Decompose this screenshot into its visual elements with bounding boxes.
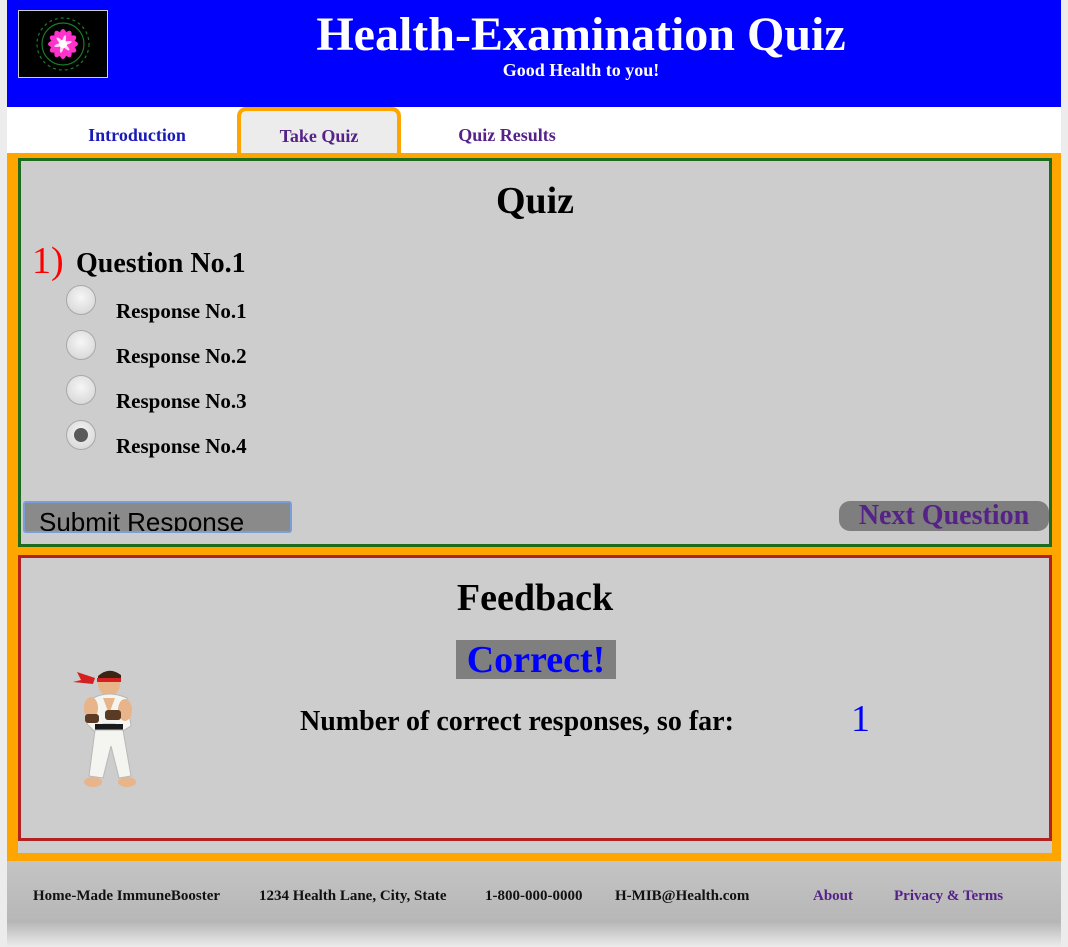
- correct-count-value: 1: [851, 698, 870, 740]
- content-bottom-strip: [18, 841, 1052, 853]
- feedback-panel: Feedback Correct! Number of correct resp…: [18, 555, 1052, 841]
- tab-take-quiz[interactable]: Take Quiz: [237, 107, 401, 154]
- response-2-label: Response No.2: [116, 344, 247, 368]
- tab-quiz-results[interactable]: Quiz Results: [417, 107, 597, 153]
- correct-count-label: Number of correct responses, so far:: [300, 706, 734, 737]
- response-1-label: Response No.1: [116, 299, 247, 323]
- result-badge: Correct!: [456, 640, 616, 680]
- footer-company: Home-Made ImmuneBooster: [33, 888, 221, 904]
- site-header: Health-Examination Quiz Good Health to y…: [7, 0, 1061, 107]
- footer-about-link[interactable]: About: [813, 887, 853, 905]
- quiz-title: Quiz: [495, 180, 575, 222]
- response-4-label: Response No.4: [116, 434, 247, 458]
- footer-address: 1234 Health Lane, City, State: [259, 888, 447, 904]
- site-subtitle: Good Health to you!: [502, 60, 660, 80]
- tab-bar: Introduction Take Quiz Quiz Results: [7, 107, 1061, 154]
- footer-email: H-MIB@Health.com: [615, 888, 750, 904]
- footer-phone: 1-800-000-0000: [485, 888, 583, 904]
- radio-selected-dot: [74, 428, 88, 442]
- next-question-button[interactable]: Next Question: [839, 501, 1049, 531]
- feedback-title: Feedback: [456, 577, 614, 619]
- footer-shadow: [7, 921, 1061, 947]
- response-3-radio[interactable]: [66, 375, 96, 405]
- response-2-radio[interactable]: [66, 330, 96, 360]
- quiz-panel: Quiz 1) Question No.1 Response No.1 Resp…: [18, 158, 1052, 547]
- footer-privacy-link[interactable]: Privacy & Terms: [894, 887, 1003, 905]
- site-title: Health-Examination Quiz: [316, 8, 846, 61]
- question-number: 1): [32, 240, 64, 282]
- response-1-radio[interactable]: [66, 285, 96, 315]
- page: Health-Examination Quiz Good Health to y…: [7, 0, 1061, 947]
- karate-fighter-icon: [65, 666, 147, 796]
- submit-response-button[interactable]: Submit Response: [23, 501, 292, 533]
- content-frame: Quiz 1) Question No.1 Response No.1 Resp…: [7, 153, 1061, 861]
- response-4-radio[interactable]: [66, 420, 96, 450]
- site-footer: Home-Made ImmuneBooster 1234 Health Lane…: [7, 861, 1061, 921]
- tab-introduction[interactable]: Introduction: [47, 107, 227, 153]
- question-text: Question No.1: [76, 248, 246, 279]
- response-3-label: Response No.3: [116, 389, 247, 413]
